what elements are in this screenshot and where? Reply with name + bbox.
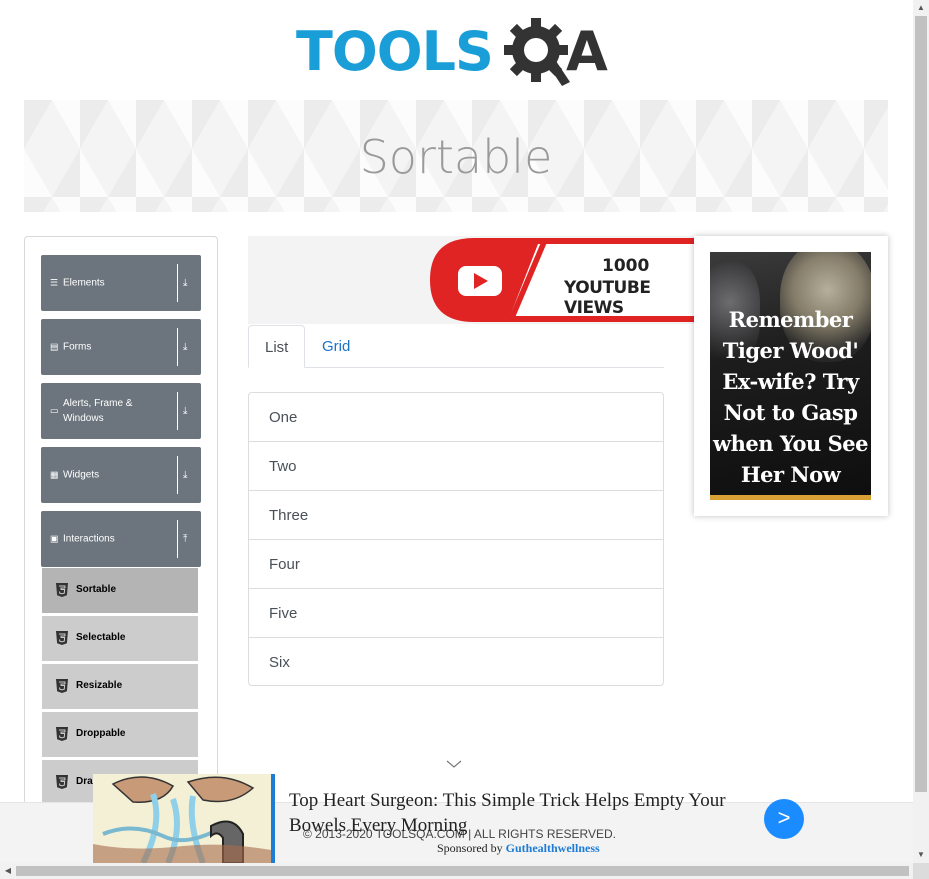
download-arrow-icon: ⤓ [183, 341, 188, 353]
html5-icon [56, 583, 68, 597]
horizontal-scrollbar[interactable]: ◀ [0, 863, 913, 879]
window-icon: ▭ [50, 405, 59, 416]
page-title: Sortable [359, 130, 553, 184]
sidebar-item-label: Droppable [76, 728, 126, 739]
bottom-ad-image [93, 774, 275, 863]
scrollbar-thumb[interactable] [16, 866, 909, 876]
divider [177, 392, 178, 430]
ad-accent-bar [710, 495, 871, 500]
side-ad-image: Remember Tiger Wood' Ex-wife? Try Not to… [710, 252, 871, 500]
html5-icon [56, 727, 68, 741]
sidebar-group-label: Widgets [63, 469, 100, 481]
sidebar-item-label: Sortable [76, 584, 117, 595]
sidebar-item-label: Selectable [76, 632, 126, 643]
youtube-ad-line2: YOUTUBE VIEWS [564, 278, 651, 318]
hamburger-icon: ☰ [50, 277, 59, 288]
youtube-ad-line1: 1000 [602, 256, 650, 276]
sidebar-item-label: Resizable [76, 680, 123, 691]
interactions-icon: ▣ [50, 533, 59, 544]
bottom-ad-sponsor-line: Sponsored by Guthealthwellness [437, 841, 600, 856]
html5-icon [56, 679, 68, 693]
page-banner: Sortable [24, 100, 888, 212]
sidebar-group-alerts[interactable]: ▭ Alerts, Frame & Windows ⤓ [41, 383, 201, 439]
sidebar-group-label: Elements [63, 277, 105, 289]
scroll-down-icon[interactable]: ▼ [913, 847, 929, 863]
bottom-advertisement[interactable]: Top Heart Surgeon: This Simple Trick Hel… [93, 774, 913, 863]
sidebar-group-label: Interactions [63, 533, 115, 545]
page: TOOLS A Sortable ☰ Elements ⤓ ▤ Forms ⤓ … [0, 0, 913, 863]
divider [177, 328, 178, 366]
vertical-scrollbar[interactable]: ▲ ▼ [913, 0, 929, 863]
download-arrow-icon: ⤓ [183, 277, 188, 289]
sidebar-item-droppable[interactable]: Droppable [42, 712, 198, 758]
html5-icon [56, 775, 68, 789]
scroll-left-icon[interactable]: ◀ [0, 863, 16, 879]
upload-arrow-icon: ⤒ [183, 533, 188, 545]
sidebar-group-forms[interactable]: ▤ Forms ⤓ [41, 319, 201, 375]
sponsor-name[interactable]: Guthealthwellness [506, 841, 600, 855]
list-item[interactable]: Three [249, 491, 663, 540]
sidebar-group-label: Forms [63, 341, 92, 353]
sidebar-item-label: Dra [76, 776, 93, 787]
tab-list[interactable]: List [248, 325, 305, 368]
scrollbar-thumb[interactable] [915, 16, 927, 792]
chevron-down-icon[interactable] [446, 758, 462, 772]
list-item[interactable]: Two [249, 442, 663, 491]
logo-suffix: A [566, 20, 608, 83]
grid-icon: ▦ [50, 469, 59, 480]
form-icon: ▤ [50, 341, 59, 352]
list-item[interactable]: Five [249, 589, 663, 638]
youtube-views-ad[interactable]: 1000 YOUTUBE VIEWS [248, 236, 694, 324]
side-advertisement[interactable]: Remember Tiger Wood' Ex-wife? Try Not to… [694, 236, 888, 516]
sidebar-item-selectable[interactable]: Selectable [42, 616, 198, 662]
download-arrow-icon: ⤓ [183, 405, 188, 417]
sidebar-group-widgets[interactable]: ▦ Widgets ⤓ [41, 447, 201, 503]
sidebar-group-label: Alerts, Frame & Windows [63, 398, 133, 424]
download-arrow-icon: ⤓ [183, 469, 188, 481]
sidebar-item-sortable[interactable]: Sortable [42, 568, 198, 614]
ad-next-button[interactable]: > [764, 799, 804, 839]
ad-illustration [93, 774, 271, 863]
list-item[interactable]: Six [249, 638, 663, 685]
divider [177, 456, 178, 494]
sortable-list: One Two Three Four Five Six [248, 392, 664, 686]
sidebar-item-resizable[interactable]: Resizable [42, 664, 198, 710]
sponsored-by-label: Sponsored by [437, 841, 503, 855]
tab-bar: List Grid [248, 325, 664, 368]
sidebar-group-elements[interactable]: ☰ Elements ⤓ [41, 255, 201, 311]
sidebar-group-interactions[interactable]: ▣ Interactions ⤒ [41, 511, 201, 567]
side-ad-headline: Remember Tiger Wood' Ex-wife? Try Not to… [713, 307, 868, 487]
list-item[interactable]: One [249, 393, 663, 442]
divider [177, 520, 178, 558]
sidebar: ☰ Elements ⤓ ▤ Forms ⤓ ▭ Alerts, Frame &… [24, 236, 218, 836]
tab-grid[interactable]: Grid [306, 325, 366, 368]
bottom-ad-headline: Top Heart Surgeon: This Simple Trick Hel… [289, 790, 726, 836]
scrollbar-corner [913, 863, 929, 879]
list-item[interactable]: Four [249, 540, 663, 589]
toolsqa-logo[interactable]: TOOLS A [296, 14, 626, 90]
scroll-up-icon[interactable]: ▲ [913, 0, 929, 16]
divider [177, 264, 178, 302]
logo-text: TOOLS [296, 20, 494, 83]
html5-icon [56, 631, 68, 645]
